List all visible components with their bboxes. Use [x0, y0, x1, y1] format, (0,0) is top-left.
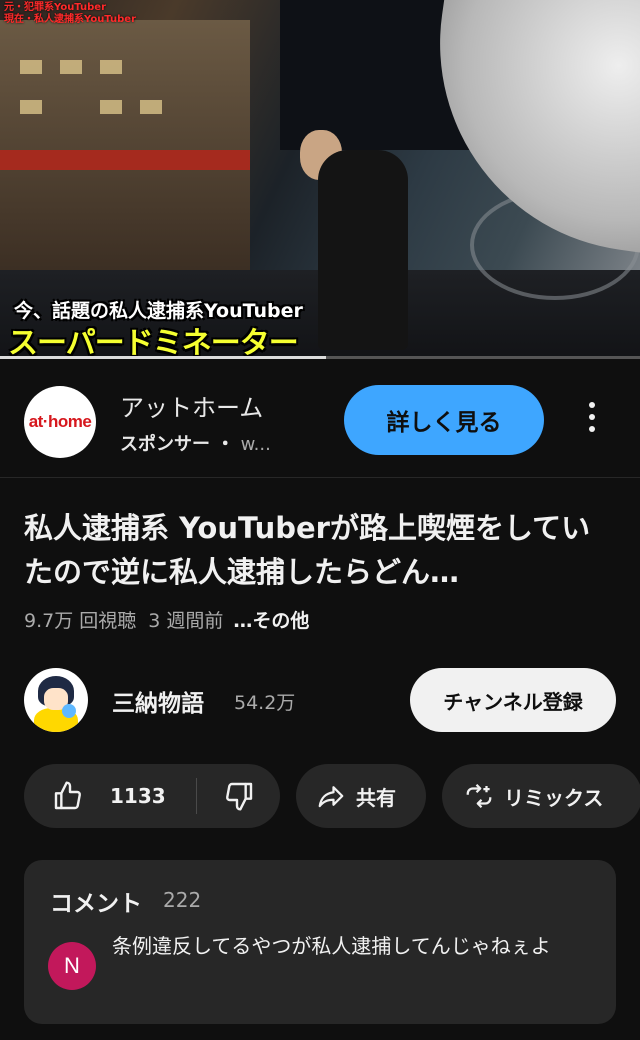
share-button[interactable]: 共有	[296, 764, 426, 828]
more-options-icon[interactable]	[584, 402, 600, 438]
remix-icon	[466, 783, 492, 809]
top-comment-text: 条例違反してるやつが私人逮捕してんじゃねぇよ	[112, 934, 551, 958]
like-button[interactable]: 1133	[24, 764, 196, 828]
ad-logo: at·home	[24, 386, 96, 458]
ad-sponsor-label: スポンサー	[120, 434, 210, 455]
more-link[interactable]: …その他	[233, 610, 309, 632]
thumbs-down-icon	[225, 782, 252, 811]
video-caption-line2: スーパードミネーター	[8, 326, 299, 358]
view-count: 9.7万 回視聴	[24, 610, 137, 632]
remix-button[interactable]: リミックス	[442, 764, 640, 828]
commenter-avatar: N	[48, 942, 96, 990]
subscribe-button[interactable]: チャンネル登録	[410, 668, 616, 732]
like-dislike-chip: 1133	[24, 764, 280, 828]
subscriber-count: 54.2万	[234, 692, 296, 714]
video-top-caption: 元・犯罪系YouTuber 現在・私人逮捕系YouTuber	[4, 2, 137, 25]
like-count: 1133	[110, 784, 166, 808]
comments-count: 222	[163, 888, 202, 912]
video-progress-fill	[0, 356, 327, 359]
sponsored-ad[interactable]	[0, 360, 640, 478]
ad-learn-more-button[interactable]: 詳しく見る	[344, 385, 544, 455]
video-player[interactable]: 元・犯罪系YouTuber 現在・私人逮捕系YouTuber 今、話題の私人逮捕…	[0, 0, 640, 358]
thumbs-up-icon	[54, 781, 81, 810]
share-label: 共有	[356, 785, 396, 810]
channel-avatar[interactable]	[24, 668, 88, 732]
remix-label: リミックス	[504, 785, 604, 810]
video-meta[interactable]: 9.7万 回視聴 3 週間前 …その他	[24, 606, 309, 633]
video-scene-awning	[0, 150, 250, 170]
video-scene-person	[318, 150, 408, 350]
ad-domain: w...	[240, 434, 271, 455]
commenter-initial: N	[64, 953, 80, 978]
comments-panel[interactable]: コメント 222 N 条例違反してるやつが私人逮捕してんじゃねぇよ	[24, 860, 616, 1024]
ad-separator: ・	[216, 434, 235, 455]
upload-age: 3 週間前	[148, 610, 224, 632]
video-title[interactable]: 私人逮捕系 YouTuberが路上喫煙をしていたので逆に私人逮捕したらどん…	[24, 506, 616, 594]
dislike-button[interactable]	[197, 764, 280, 828]
ad-subline: スポンサー ・ w...	[120, 430, 271, 456]
comments-heading: コメント	[50, 891, 142, 917]
share-icon	[318, 786, 344, 808]
ad-logo-text: at·home	[28, 412, 92, 431]
channel-name[interactable]: 三納物語	[112, 684, 204, 718]
ad-title[interactable]: アットホーム	[120, 388, 263, 423]
